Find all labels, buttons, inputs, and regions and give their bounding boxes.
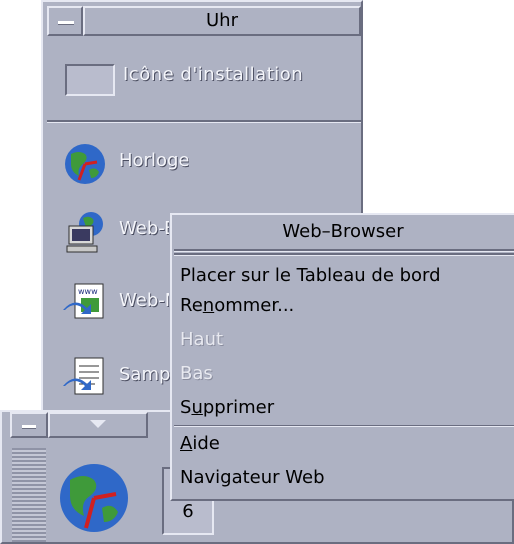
menu-item-label-pre: S: [180, 397, 192, 418]
window-menu-button[interactable]: [47, 6, 83, 36]
minimize-dash-icon: [22, 425, 36, 429]
menu-item-label-pre: Re: [180, 295, 203, 316]
globe-clock-icon[interactable]: [54, 454, 132, 538]
menu-item-mnemonic: n: [202, 295, 215, 316]
menu-item-renommer[interactable]: Renommer...: [172, 291, 514, 321]
subpanel-title[interactable]: Uhr: [83, 6, 361, 36]
menu-item-placer-tableau[interactable]: Placer sur le Tableau de bord: [172, 261, 514, 291]
install-drop-target[interactable]: [65, 64, 115, 96]
install-icon-row: Icône d'installation: [47, 42, 361, 122]
sample-document-icon: [63, 357, 104, 395]
menu-item-bas: Bas: [172, 359, 514, 389]
svg-text:www: www: [78, 287, 98, 296]
context-menu-title: Web–Browser: [282, 221, 404, 242]
menu-item-supprimer[interactable]: Supprimer: [172, 393, 514, 423]
minimize-dash-icon: [58, 21, 74, 25]
install-icon-label: Icône d'installation: [123, 64, 304, 85]
menu-item-aide[interactable]: Aide: [172, 429, 514, 459]
subpanel-item-label: Horloge: [119, 150, 190, 171]
menu-item-mnemonic: A: [180, 433, 193, 454]
front-panel-menu-button[interactable]: [10, 412, 48, 438]
subpanel-item-horloge[interactable]: Horloge: [61, 134, 361, 190]
calendar-day-number: 6: [182, 501, 194, 522]
menu-title-separator: [174, 253, 514, 256]
web-browser-computer-icon: [66, 212, 103, 253]
menu-item-label: Bas: [180, 363, 213, 384]
menu-item-haut: Haut: [172, 325, 514, 355]
install-separator: [47, 120, 361, 123]
menu-separator: [174, 425, 514, 427]
menu-item-navigateur-web[interactable]: Navigateur Web: [172, 463, 514, 493]
subpanel-arrow-button[interactable]: [48, 412, 148, 438]
menu-item-label: Haut: [180, 329, 224, 350]
menu-item-label-post: ide: [192, 433, 220, 454]
menu-item-label-post: pprimer: [202, 397, 275, 418]
www-document-icon: www: [63, 283, 104, 319]
menu-title-separator: [174, 249, 514, 252]
menu-item-label: Placer sur le Tableau de bord: [180, 265, 441, 286]
globe-clock-icon: [65, 144, 105, 184]
subpanel-item-label: Web-Browser: [119, 218, 169, 239]
subpanel-titlebar: Uhr: [47, 6, 361, 36]
subpanel-item-label: Web-Navigateur: [119, 290, 169, 311]
front-panel-drag-handle[interactable]: [12, 448, 46, 542]
menu-item-label-post: ommer...: [214, 295, 295, 316]
context-menu: Web–Browser Placer sur le Tableau de bor…: [170, 213, 514, 501]
arrow-down-icon: [90, 420, 106, 428]
menu-item-label: Navigateur Web: [180, 467, 325, 488]
menu-item-mnemonic: u: [191, 397, 203, 418]
